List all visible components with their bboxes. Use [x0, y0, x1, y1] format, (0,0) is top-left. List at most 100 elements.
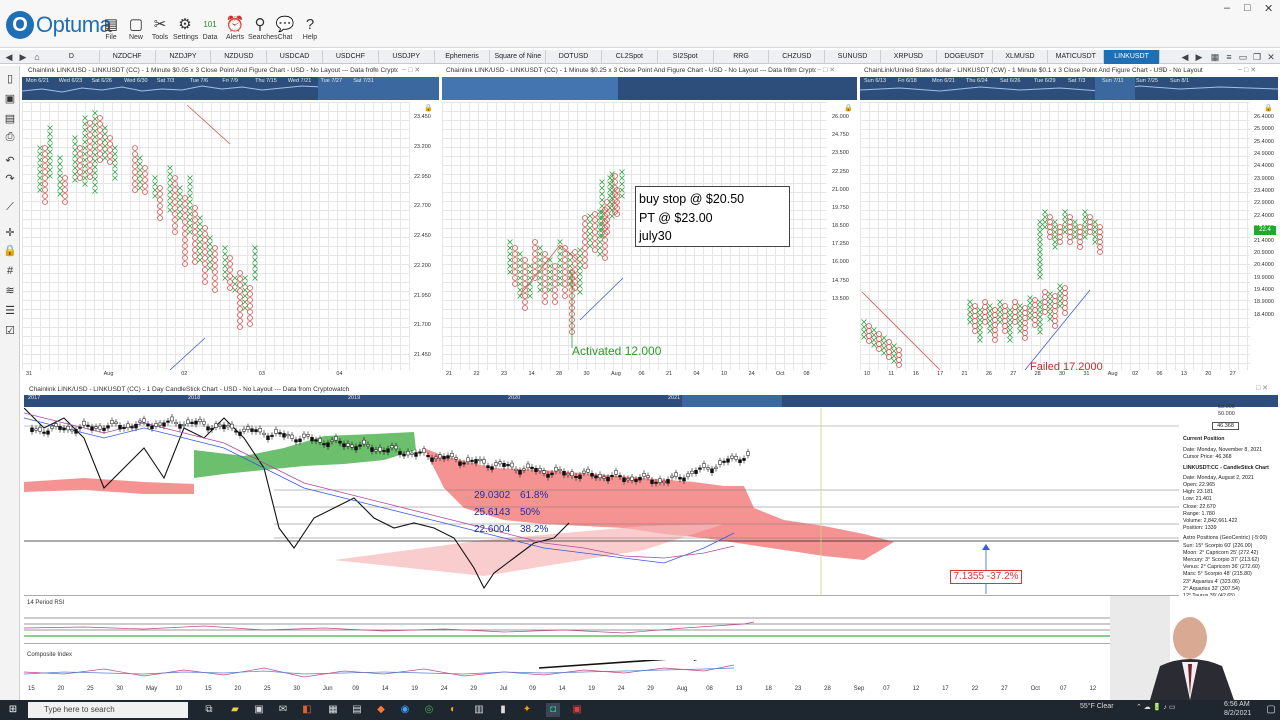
- tab-scroll-right-icon[interactable]: ▶: [1192, 50, 1206, 64]
- close-tab-icon[interactable]: ✕: [1264, 50, 1278, 64]
- save-icon[interactable]: ▤: [3, 112, 17, 126]
- undo-icon[interactable]: ↶: [3, 154, 17, 168]
- mail-icon[interactable]: ✉: [276, 703, 290, 717]
- tab-nzdchf[interactable]: NZDCHF: [100, 50, 156, 64]
- tab-scroll-left-icon[interactable]: ◀: [1178, 50, 1192, 64]
- panel-3-window-controls[interactable]: − □ ✕: [1238, 66, 1256, 74]
- pnf-chart-panel-3[interactable]: ChainLink/United States dollar - LINKUSD…: [859, 66, 1279, 380]
- windows-start-icon[interactable]: ⊞: [6, 703, 20, 717]
- tab-square-of-nine[interactable]: Square of Nine: [490, 50, 547, 64]
- weather-widget[interactable]: 55°F Clear: [1080, 703, 1114, 710]
- lock-icon[interactable]: 🔒: [424, 104, 433, 112]
- candlestick-plot-area[interactable]: [23, 407, 1179, 596]
- picture-icon[interactable]: ▣: [3, 92, 17, 106]
- file-button[interactable]: ▤ File: [99, 16, 123, 48]
- tab-si2spot[interactable]: SI2Spot: [658, 50, 714, 64]
- panel-1-navigator[interactable]: Mon 6/21 Wed 6/23 Sat 6/26 Wed 6/30 Sat 7/3 T…: [21, 77, 440, 100]
- media-icon[interactable]: ▤: [350, 703, 364, 717]
- optuma-taskbar-icon[interactable]: ◘: [546, 703, 560, 717]
- page-icon[interactable]: ▯: [3, 72, 17, 86]
- lock-icon[interactable]: 🔒: [844, 104, 853, 112]
- folder-app-icon[interactable]: ▥: [472, 703, 486, 717]
- line-tool-icon[interactable]: ⟋: [3, 200, 17, 214]
- hash-icon[interactable]: #: [3, 264, 17, 278]
- layers-icon[interactable]: ≋: [3, 284, 17, 298]
- checklist-icon[interactable]: ☑: [3, 324, 17, 338]
- recording-icon[interactable]: ▣: [570, 703, 584, 717]
- tab-nzdjpy[interactable]: NZDJPY: [156, 50, 212, 64]
- tab-ephemeris[interactable]: Ephemeris: [435, 50, 491, 64]
- lock-icon[interactable]: 🔒: [3, 244, 17, 258]
- tab-linkusdt[interactable]: LINKUSDT: [1104, 50, 1160, 64]
- pencil-icon[interactable]: ✎: [1160, 66, 1166, 74]
- edge-browser-icon[interactable]: ◉: [398, 703, 412, 717]
- file-explorer-icon[interactable]: ▰: [228, 703, 242, 717]
- tab-xrpusd[interactable]: XRPUSD: [881, 50, 937, 64]
- maximize-button[interactable]: □: [1244, 2, 1251, 14]
- rsi-plot-area[interactable]: [23, 608, 1179, 644]
- composite-index-plot-area[interactable]: [23, 654, 1179, 686]
- tab-cl2spot[interactable]: CL2Spot: [602, 50, 658, 64]
- tab-nzdusd[interactable]: NZDUSD: [211, 50, 268, 64]
- help-button[interactable]: ? Help: [298, 16, 322, 48]
- forward-arrow-icon[interactable]: ▶: [16, 50, 30, 64]
- tab-usdchf[interactable]: USDCHF: [323, 50, 379, 64]
- grid-layout-icon[interactable]: ▦: [1208, 50, 1222, 64]
- pnf-chart-panel-1[interactable]: Chainlink LINK/USD - LINKUSDT (CC) - 1 M…: [21, 66, 440, 380]
- window-icon[interactable]: ▭: [1236, 50, 1250, 64]
- list-icon[interactable]: ☰: [3, 304, 17, 318]
- lock-icon[interactable]: 🔒: [1264, 104, 1273, 112]
- task-view-icon[interactable]: ⧉: [202, 703, 216, 717]
- tab-sunusd[interactable]: SUNUSD: [825, 50, 881, 64]
- calculator-icon[interactable]: ▦: [326, 703, 340, 717]
- app-icon[interactable]: ◐: [446, 703, 460, 717]
- panel-2-navigator[interactable]: [442, 77, 857, 100]
- searches-button[interactable]: ⚲ Searches: [248, 16, 278, 48]
- panel-3-plot-area[interactable]: [860, 102, 1250, 371]
- redo-icon[interactable]: ↷: [3, 172, 17, 186]
- office-icon[interactable]: ◧: [300, 703, 314, 717]
- taskbar-clock-date[interactable]: 8/2/2021: [1224, 710, 1251, 717]
- tab-dotusd[interactable]: DOTUSD: [546, 50, 602, 64]
- panel-3-navigator[interactable]: Sun 6/13 Fri 6/18 Mon 6/21 Thu 6/24 Sat 6/26…: [859, 77, 1279, 100]
- close-button[interactable]: ✕: [1264, 2, 1273, 15]
- tab-rrg[interactable]: RRG: [714, 50, 770, 64]
- panel-1-plot-area[interactable]: [22, 102, 410, 371]
- panel-4-window-controls[interactable]: □ ✕: [1256, 384, 1268, 392]
- tab-d[interactable]: D: [44, 50, 100, 64]
- panel-1-window-controls[interactable]: − □ ✕: [402, 66, 420, 74]
- minimize-button[interactable]: –: [1224, 2, 1230, 14]
- terminal-icon[interactable]: ▮: [496, 703, 510, 717]
- taskbar-search-input[interactable]: Type here to search: [28, 702, 188, 718]
- pencil-icon[interactable]: ✎: [787, 66, 793, 74]
- pencil-icon[interactable]: ✎: [372, 66, 378, 74]
- tab-maticusdt[interactable]: MATICUSDT: [1048, 50, 1105, 64]
- back-arrow-icon[interactable]: ◀: [2, 50, 16, 64]
- new-button[interactable]: ▢ New: [124, 16, 148, 48]
- taskbar-clock-time[interactable]: 6:56 AM: [1224, 701, 1250, 708]
- tab-chzusd[interactable]: CHZUSD: [769, 50, 826, 64]
- chat-button[interactable]: 💬 Chat: [273, 16, 297, 48]
- firefox-icon[interactable]: ✦: [520, 703, 534, 717]
- trade-note-box[interactable]: buy stop @ $20.50 PT @ $23.00 july30: [635, 186, 790, 247]
- notification-icon[interactable]: ▢: [1264, 703, 1278, 717]
- store-icon[interactable]: ▣: [252, 703, 266, 717]
- chrome-browser-icon[interactable]: ◎: [422, 703, 436, 717]
- tab-usdcad[interactable]: USDCAD: [267, 50, 323, 64]
- panel-4-navigator[interactable]: 2017 2018 2019 2020 2021: [24, 395, 1278, 407]
- data-button[interactable]: 101 Data: [198, 16, 222, 48]
- tools-button[interactable]: ✂ Tools: [148, 16, 172, 48]
- settings-button[interactable]: ⚙ Settings: [173, 16, 198, 48]
- tab-dogeusdt[interactable]: DOGEUSDT: [937, 50, 993, 64]
- tab-xlmusd[interactable]: XLMUSD: [993, 50, 1049, 64]
- brave-browser-icon[interactable]: ◆: [374, 703, 388, 717]
- list-layout-icon[interactable]: ≡: [1222, 50, 1236, 64]
- alerts-button[interactable]: ⏰ Alerts: [223, 16, 247, 48]
- print-icon[interactable]: ⎙: [3, 130, 17, 144]
- tray-icons[interactable]: ⌃ ☁ 🔋 ♪ ▭: [1136, 703, 1175, 711]
- panel-2-window-controls[interactable]: − □ ✕: [817, 66, 835, 74]
- home-icon[interactable]: ⌂: [30, 50, 44, 64]
- tab-usdjpy[interactable]: USDJPY: [379, 50, 435, 64]
- restore-icon[interactable]: ❐: [1250, 50, 1264, 64]
- crosshair-icon[interactable]: ✛: [3, 226, 17, 240]
